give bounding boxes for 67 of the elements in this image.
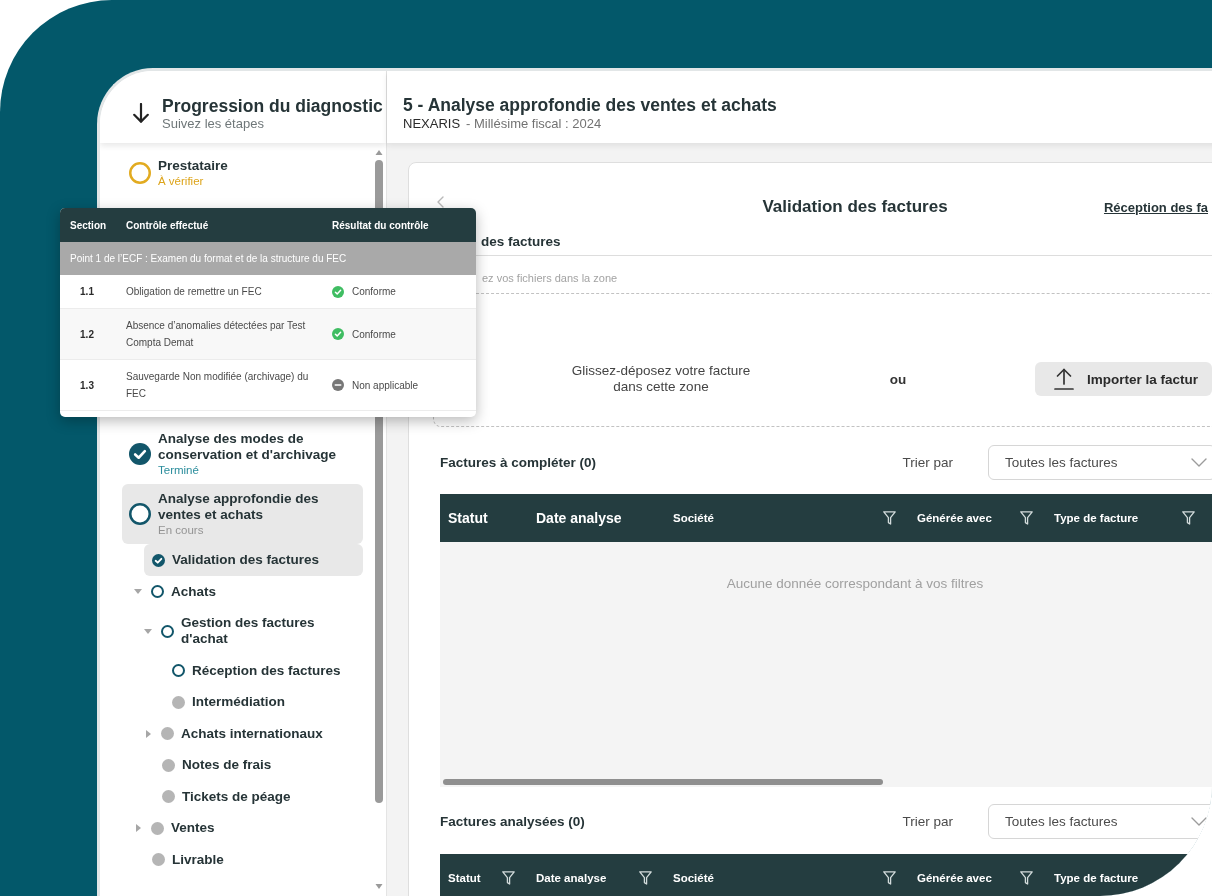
section-number: 1.3 [80,379,94,391]
table-title: Factures à compléter (0) [440,455,598,470]
column-header: Type de facture [1054,872,1139,884]
table-title: Factures analysées (0) [440,814,586,829]
upload-hint: ez vos fichiers dans la zone [482,271,618,285]
company-name: NEXARIS [403,115,461,132]
next-step-link[interactable]: Réception des fa [1103,199,1208,215]
tree-item[interactable]: Notes de frais [154,749,363,781]
step-item[interactable]: Prestataire À vérifier [122,151,363,195]
filter-icon[interactable] [1020,511,1033,525]
sidebar-title: Progression du diagnostic [162,96,383,116]
drop-text: Glissez-déposez votre facture dans cette zone [570,363,752,395]
tree-item[interactable]: Ventes [132,812,363,844]
tree-item[interactable]: Achats [132,575,363,607]
tree-item[interactable]: Intermédiation [164,686,363,718]
column-header: Générée avec [917,872,992,884]
tree-item[interactable]: Livrable [144,843,363,875]
tree-item[interactable]: Validation des factures [144,544,363,576]
column-header: Contrôle effectué [125,219,210,231]
filter-icon[interactable] [1182,511,1195,525]
column-header: Société [673,512,714,524]
column-header: Statut [448,872,481,884]
filter-icon[interactable] [502,871,515,885]
page-title: 5 - Analyse approfondie des ventes et achats [403,95,777,115]
result-label: Conforme [352,286,396,297]
section-title: des factures [481,234,561,249]
column-header: Société [673,872,714,884]
filter-icon[interactable] [1020,871,1033,885]
sort-select[interactable]: Toutes les factures [988,804,1212,839]
result-label: Conforme [352,328,396,340]
chevron-down-icon [1191,458,1207,467]
column-header: Date analyse [536,872,607,884]
filter-icon[interactable] [883,511,896,525]
column-header: Section [69,219,108,231]
sidebar-subtitle: Suivez les étapes [162,116,264,132]
fiscal-year: - Millésime fiscal : 2024 [466,115,602,132]
step-item[interactable]: Analyse des modes de conservation et d'archivage Terminé [122,424,363,484]
tree-item[interactable]: Gestion des factures d'achat [142,607,363,655]
card-title: Validation des factures [762,196,948,218]
group-heading: Point 1 de l’ECF : Examen du format et de la structure du FEC [60,242,476,275]
horizontal-scrollbar[interactable] [443,779,883,785]
filter-icon[interactable] [639,871,652,885]
step-item[interactable]: Analyse approfondie des ventes et achats En cours [122,484,363,544]
section-number: 1.1 [80,286,94,297]
separator-text: ou [889,371,907,387]
import-button[interactable]: Importer la factur [1035,362,1212,396]
column-header: Résultat du contrôle [331,219,430,231]
tree-item[interactable]: Tickets de péage [154,780,363,812]
chevron-down-icon [1191,817,1207,826]
filter-icon[interactable] [883,871,896,885]
tree-item[interactable]: Réception des factures [164,654,363,686]
sort-label: Trier par [902,814,953,829]
sort-select[interactable]: Toutes les factures [988,445,1212,480]
column-header: Statut [448,510,488,526]
result-label: Non applicable [352,379,419,391]
arrow-down-icon[interactable] [133,103,149,123]
section-number: 1.2 [80,328,94,340]
upload-icon [1054,368,1074,390]
control-description: Sauvegarde Non modifiée (archivage) du FEC [125,370,310,401]
tree-item[interactable]: Achats internationaux [142,717,363,749]
control-description: Absence d’anomalies détectées par Test Compta Demat [125,319,307,350]
control-description: Obligation de remettre un FEC [125,285,263,299]
column-header: Type de facture [1054,512,1139,524]
column-header: Date analyse [536,510,622,526]
column-header: Générée avec [917,512,992,524]
sort-label: Trier par [902,455,953,470]
empty-message: Aucune donnée correspondant à vos filtres [726,576,984,591]
